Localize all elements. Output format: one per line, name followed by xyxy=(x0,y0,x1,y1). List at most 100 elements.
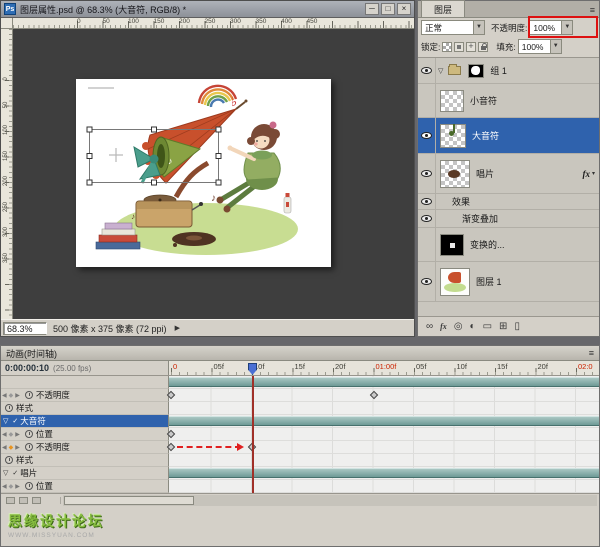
track-name[interactable]: 位置 xyxy=(36,428,53,440)
eye-icon[interactable] xyxy=(418,262,436,301)
prev-keyframe-icon[interactable]: ◀ xyxy=(2,444,7,451)
track-name[interactable]: 大音符 xyxy=(20,415,46,427)
next-keyframe-icon[interactable]: ▶ xyxy=(15,444,20,451)
track-label[interactable]: ▽ ✓ 唱片 xyxy=(1,467,169,480)
canvas-area[interactable]: ♪ ♭ ♪ ♪ xyxy=(13,29,414,319)
track-lane[interactable] xyxy=(166,428,599,441)
link-icon[interactable]: ∞ xyxy=(426,321,433,332)
current-time-value[interactable]: 0:00:00:10 xyxy=(5,363,49,373)
chevron-down-icon[interactable]: ▼ xyxy=(549,40,561,53)
current-time-indicator[interactable] xyxy=(248,363,257,375)
add-keyframe-icon[interactable]: ◆ xyxy=(9,431,14,438)
chevron-down-icon[interactable]: ▼ xyxy=(473,21,484,34)
track-lane[interactable] xyxy=(169,402,599,415)
chevron-down-icon[interactable]: ▼ xyxy=(561,21,573,34)
fill-select[interactable]: 100% ▼ xyxy=(517,39,562,54)
keyframe-diamond[interactable] xyxy=(166,429,176,439)
track-name[interactable]: 位置 xyxy=(36,480,53,492)
track-label[interactable]: 样式 xyxy=(1,402,169,415)
track-lane[interactable] xyxy=(166,441,599,454)
lock-position-icon[interactable] xyxy=(466,41,477,52)
stopwatch-icon[interactable] xyxy=(24,391,33,399)
duration-bar[interactable] xyxy=(169,416,599,426)
eye-icon[interactable] xyxy=(418,58,436,83)
track-lane[interactable] xyxy=(169,480,599,493)
layer-thumbnail[interactable] xyxy=(440,233,464,256)
eye-icon[interactable] xyxy=(418,154,436,193)
stopwatch-icon[interactable] xyxy=(24,443,33,451)
tab-layers[interactable]: 图层 xyxy=(421,0,466,17)
expand-triangle-icon[interactable]: ▽ xyxy=(438,67,443,75)
track-lane[interactable] xyxy=(169,415,599,428)
expand-triangle-icon[interactable]: ▽ xyxy=(3,469,8,477)
track-lane[interactable] xyxy=(169,454,599,467)
scrollbar-thumb[interactable] xyxy=(64,495,194,505)
layer-name[interactable]: 小音符 xyxy=(470,94,497,107)
track-label[interactable]: 样式 xyxy=(1,454,169,467)
duration-bar[interactable] xyxy=(169,377,599,387)
prev-keyframe-icon[interactable]: ◀ xyxy=(2,431,7,438)
layer-row[interactable]: 渐变叠加 xyxy=(418,210,599,228)
fx-badge[interactable]: fx xyxy=(582,169,590,179)
group-icon[interactable]: ▭ xyxy=(483,321,492,332)
layer-name[interactable]: 大音符 xyxy=(472,129,499,142)
timeline-zoom-slider[interactable] xyxy=(19,496,28,504)
status-arrow-icon[interactable]: ▶ xyxy=(175,324,180,332)
document-titlebar[interactable]: Ps 图层属性.psd @ 68.3% (大音符, RGB/8) * ─ □ × xyxy=(1,1,414,18)
lock-pixels-icon[interactable] xyxy=(454,41,465,52)
track-lane[interactable] xyxy=(169,376,599,389)
lock-all-icon[interactable] xyxy=(478,41,489,52)
keyframe-diamond[interactable] xyxy=(166,390,176,400)
keyframe-diamond[interactable] xyxy=(369,390,378,400)
eye-icon[interactable] xyxy=(418,194,436,209)
layer-thumbnail[interactable] xyxy=(440,267,470,296)
track-label[interactable]: ▽ ✓ 大音符 xyxy=(1,415,169,428)
track-label[interactable]: ◀ ◆ ▶ 不透明度 xyxy=(1,389,169,402)
track-name[interactable]: 不透明度 xyxy=(36,389,70,401)
layer-thumbnail[interactable] xyxy=(440,159,470,188)
layer-name[interactable]: 组 1 xyxy=(490,64,507,77)
panel-menu-icon[interactable]: ≡ xyxy=(589,348,594,358)
eye-icon[interactable] xyxy=(418,210,436,227)
add-keyframe-icon[interactable]: ◆ xyxy=(9,444,14,451)
chevron-down-icon[interactable]: ▾ xyxy=(592,170,595,177)
stopwatch-icon[interactable] xyxy=(5,456,13,464)
eye-toggle-empty[interactable] xyxy=(418,84,436,117)
track-name[interactable]: 不透明度 xyxy=(36,441,70,453)
track-label[interactable]: ◀ ◆ ▶ 位置 xyxy=(1,428,169,441)
opacity-select[interactable]: 100% ▼ xyxy=(529,20,574,35)
next-keyframe-icon[interactable]: ▶ xyxy=(15,392,20,399)
layer-name[interactable]: 效果 xyxy=(452,195,470,208)
track-name[interactable]: 样式 xyxy=(16,402,33,414)
keyframe-diamond[interactable] xyxy=(166,442,176,452)
timeline-zoom-out-icon[interactable] xyxy=(6,496,15,504)
layer-row[interactable]: 小音符 xyxy=(418,84,599,118)
new-layer-icon[interactable]: ⊞ xyxy=(499,321,507,332)
blend-mode-select[interactable]: 正常 ▼ xyxy=(421,20,485,35)
panel-menu-icon[interactable]: ≡ xyxy=(590,5,595,15)
duration-bar[interactable] xyxy=(169,468,599,478)
current-time-line[interactable] xyxy=(252,376,254,493)
adjust-icon[interactable]: ◐ xyxy=(470,321,476,332)
minimize-button[interactable]: ─ xyxy=(365,3,379,15)
next-keyframe-icon[interactable]: ▶ xyxy=(15,483,20,490)
prev-keyframe-icon[interactable]: ◀ xyxy=(2,483,7,490)
expand-triangle-icon[interactable]: ▽ xyxy=(3,417,8,425)
layer-row[interactable]: ▽ 组 1 xyxy=(418,58,599,84)
artboard[interactable]: ♪ ♭ ♪ ♪ xyxy=(76,79,331,267)
track-lane[interactable] xyxy=(166,389,599,402)
stopwatch-icon[interactable] xyxy=(24,482,33,490)
layer-row[interactable]: 效果 xyxy=(418,194,599,210)
layer-thumbnail[interactable] xyxy=(468,63,485,78)
layer-name[interactable]: 渐变叠加 xyxy=(462,212,498,225)
mask-icon[interactable]: ◎ xyxy=(454,321,463,332)
lock-transparent-icon[interactable] xyxy=(442,41,453,52)
horizontal-scrollbar[interactable] xyxy=(63,494,597,506)
track-name[interactable]: 唱片 xyxy=(20,467,37,479)
fx-icon[interactable]: fx xyxy=(440,322,447,331)
layer-row[interactable]: 唱片 fx ▾ xyxy=(418,154,599,194)
zoom-level-input[interactable]: 68.3% xyxy=(3,321,47,335)
stopwatch-icon[interactable] xyxy=(24,430,33,438)
track-name[interactable]: 样式 xyxy=(16,454,33,466)
layer-thumbnail[interactable] xyxy=(440,123,466,148)
